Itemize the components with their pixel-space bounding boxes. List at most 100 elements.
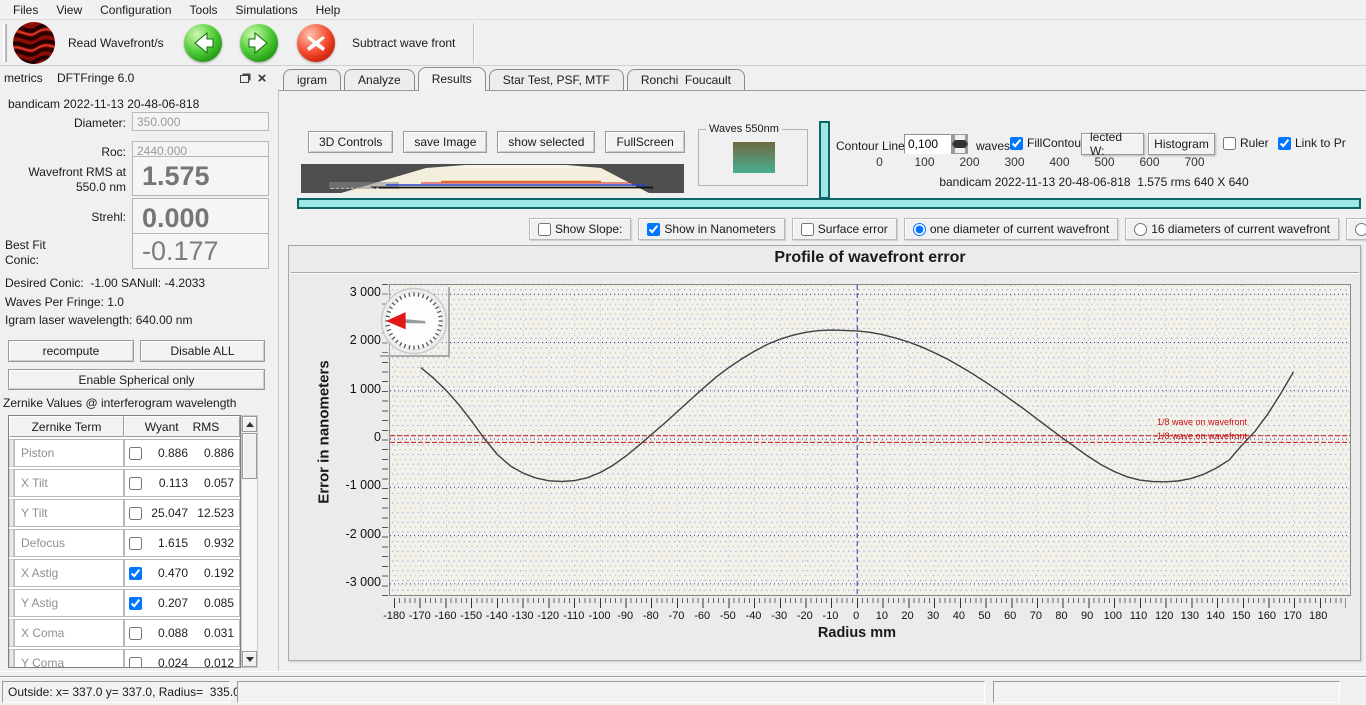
dftfringe-window: FilesViewConfigurationToolsSimulationsHe… [0,0,1366,705]
zernike-table-body: Piston0.8860.886X Tilt0.1130.057Y Tilt25… [9,439,240,668]
zernike-term: X Coma [14,619,124,647]
tab-analyze[interactable]: Analyze [344,69,415,90]
zernike-enable-checkbox[interactable] [129,567,142,580]
close-dock-icon[interactable]: × [254,70,270,86]
save-image-button[interactable]: save Image [403,131,487,153]
recompute-button[interactable]: recompute [8,340,134,362]
x-axis-tickmarks [389,598,1351,608]
menu-configuration[interactable]: Configuration [91,1,180,19]
enable-spherical-button[interactable]: Enable Spherical only [8,369,265,390]
zernike-term-header[interactable]: Zernike Term [9,416,124,437]
read-wavefronts-label[interactable]: Read Wavefront/s [68,36,164,50]
zernike-scrollbar[interactable] [241,415,258,668]
strehl-value: 0.000 [132,198,269,238]
wyant-value: 0.113 [146,476,188,490]
zernike-values-header[interactable]: Wyant RMS [124,416,240,437]
scale-tick: 0 [857,155,902,169]
rms-value: 0.031 [192,626,234,640]
spin-down-icon[interactable] [951,144,967,154]
scrollbar-thumb[interactable] [242,433,257,479]
contour-caption: bandicam 2022-11-13 20-48-06-818 1.575 r… [939,175,1249,189]
menu-simulations[interactable]: Simulations [227,1,307,19]
link-profile-checkbox-input[interactable] [1278,137,1291,150]
contour-value-input[interactable] [904,134,951,154]
metrics-dock-header: metrics DFTFringe 6.0 × [0,66,278,90]
option-surface-error-input[interactable] [801,223,814,236]
menu-tools[interactable]: Tools [181,1,227,19]
option-16-diameters-of-current-wavefront-input[interactable] [1134,223,1147,236]
vertical-splitter[interactable] [819,121,830,199]
zernike-term: X Astig [14,559,124,587]
menu-help[interactable]: Help [307,1,350,19]
option-surface-error[interactable]: Surface error [792,218,897,240]
disable-all-button[interactable]: Disable ALL [140,340,265,362]
zernike-values: 0.8860.886 [124,439,240,467]
astig-dial-icon [380,287,450,357]
rms-value: 0.932 [192,536,234,550]
menu-files[interactable]: Files [4,1,47,19]
fill-contour-checkbox-input[interactable] [1010,137,1023,150]
y-tick-label: -3 000 [329,575,381,589]
selected-wave-button[interactable]: lected W: [1081,133,1144,155]
zernike-enable-checkbox[interactable] [129,627,142,640]
tab-igram[interactable]: igram [283,69,341,90]
cancel-icon[interactable] [297,24,335,62]
show-selected-button[interactable]: show selected [497,131,595,153]
option-show-in-nanometers[interactable]: Show in Nanometers [638,218,784,240]
colorbar-gradient [733,142,775,173]
menu-view[interactable]: View [47,1,91,19]
histogram-button[interactable]: Histogram [1148,133,1215,155]
option-16-diameters-of-current-wavefront[interactable]: 16 diameters of current wavefront [1125,218,1339,240]
tab-ronchi-foucault[interactable]: Ronchi Foucault [627,69,745,90]
horizontal-splitter[interactable] [297,198,1361,209]
toolbar-grip[interactable] [3,24,7,62]
zernike-enable-checkbox[interactable] [129,477,142,490]
zernike-enable-checkbox[interactable] [129,597,142,610]
zernike-row-defocus: Defocus1.6150.932 [9,529,240,557]
rms-value: 1.575 [132,156,269,196]
wyant-value: 0.088 [146,626,188,640]
zernike-enable-checkbox[interactable] [129,537,142,550]
fringe-icon [12,21,56,65]
subtract-wavefront-label[interactable]: Subtract wave front [352,36,455,50]
zernike-enable-checkbox[interactable] [129,657,142,669]
spin-up-icon[interactable] [951,134,967,144]
zernike-values: 25.04712.523 [124,499,240,527]
status-panel-middle [237,681,985,703]
tab-star-test-psf-mtf[interactable]: Star Test, PSF, MTF [489,69,624,90]
fullscreen-button[interactable]: FullScreen [605,131,684,153]
rms-header: RMS [193,420,220,434]
ruler-checkbox[interactable]: Ruler [1223,136,1269,150]
3d-controls-button[interactable]: 3D Controls [308,131,393,153]
option-show-in-nanometers-input[interactable] [647,223,660,236]
rms-value: 12.523 [192,506,234,520]
scale-tick: 600 [1127,155,1172,169]
zernike-values: 0.4700.192 [124,559,240,587]
zernike-term: Defocus [14,529,124,557]
option-one-diameter-of-current-wavefront-input[interactable] [913,223,926,236]
ruler-checkbox-input[interactable] [1223,137,1236,150]
zernike-term: Y Astig [14,589,124,617]
tab-results[interactable]: Results [418,67,486,91]
scroll-down-icon[interactable] [242,651,257,667]
forward-arrow-icon[interactable] [240,24,278,62]
float-dock-icon[interactable] [236,70,252,86]
option-all-wavefronts-input[interactable] [1355,223,1366,236]
wavefront-preview-image[interactable] [301,164,684,193]
rms-value: 0.057 [192,476,234,490]
option-all-wavefronts[interactable]: All wavefronts [1346,218,1366,240]
back-arrow-icon[interactable] [184,24,222,62]
option-one-diameter-of-current-wavefront[interactable]: one diameter of current wavefront [904,218,1118,240]
option-show-slope[interactable]: Show Slope: [529,218,631,240]
tab-bar: igramAnalyzeResultsStar Test, PSF, MTFRo… [283,67,1363,90]
diameter-field[interactable] [132,112,269,131]
fill-contour-checkbox[interactable]: FillContou [1010,136,1081,150]
option-show-slope-input[interactable] [538,223,551,236]
zernike-enable-checkbox[interactable] [129,507,142,520]
link-profile-checkbox[interactable]: Link to Pr [1278,136,1346,150]
contour-lines-label: Contour Lines [836,139,911,153]
zernike-enable-checkbox[interactable] [129,447,142,460]
ref-line-label: -1/8 wave on wavefront [1067,432,1247,441]
scroll-up-icon[interactable] [242,416,257,432]
ref-line-label: 1/8 wave on wavefront [1067,418,1247,427]
